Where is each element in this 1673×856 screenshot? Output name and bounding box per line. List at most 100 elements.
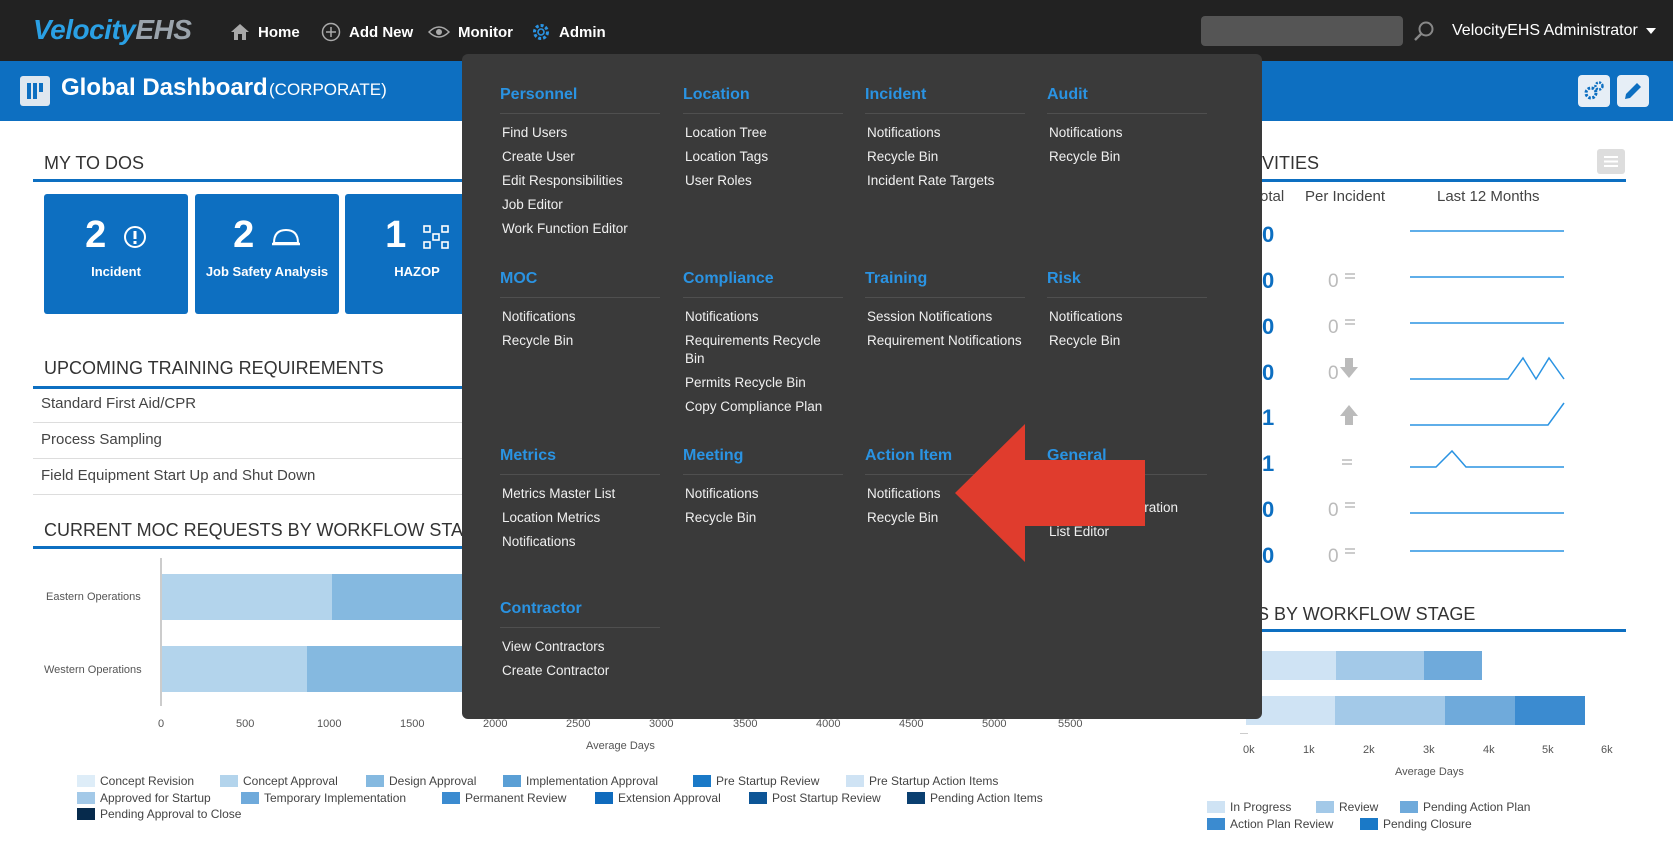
legend-swatch: [1207, 801, 1225, 813]
search-icon[interactable]: [1412, 20, 1436, 44]
moc-legend-item[interactable]: Permanent Review: [442, 791, 566, 805]
menu-item-risk-recycle-bin[interactable]: Recycle Bin: [1047, 332, 1207, 350]
menu-item-find-users[interactable]: Find Users: [500, 124, 660, 142]
todo-tile-incident[interactable]: 2 Incident: [44, 194, 188, 314]
incident-legend-item[interactable]: Review: [1316, 800, 1378, 814]
menu-item-metrics-master-list[interactable]: Metrics Master List: [500, 485, 660, 503]
menu-item-location-metrics[interactable]: Location Metrics: [500, 509, 660, 527]
moc-legend-item[interactable]: Pre Startup Action Items: [846, 774, 998, 788]
menu-item-location-tree[interactable]: Location Tree: [683, 124, 843, 142]
menu-icon[interactable]: [1597, 149, 1625, 174]
incident-legend-item[interactable]: Action Plan Review: [1207, 817, 1333, 831]
legend-swatch: [595, 792, 613, 804]
menu-heading[interactable]: Meeting: [683, 447, 843, 475]
menu-item-compliance-notifications[interactable]: Notifications: [683, 308, 843, 326]
moc-legend-item[interactable]: Approved for Startup: [77, 791, 211, 805]
search-input[interactable]: [1201, 16, 1403, 46]
moc-bar-segment[interactable]: [307, 646, 464, 692]
menu-item-location-tags[interactable]: Location Tags: [683, 148, 843, 166]
menu-heading[interactable]: Location: [683, 86, 843, 114]
menu-item-job-editor[interactable]: Job Editor: [500, 196, 660, 214]
incident-bar-segment[interactable]: [1336, 651, 1424, 680]
moc-legend-item[interactable]: Concept Approval: [220, 774, 338, 788]
menu-heading[interactable]: Compliance: [683, 270, 843, 298]
activity-total[interactable]: 0: [1262, 268, 1274, 294]
nav-monitor[interactable]: Monitor: [428, 18, 513, 46]
incident-bar-segment[interactable]: [1445, 696, 1515, 725]
activity-total[interactable]: 0: [1262, 314, 1274, 340]
incident-legend-item[interactable]: Pending Action Plan: [1400, 800, 1530, 814]
activity-total[interactable]: 1: [1262, 451, 1274, 477]
moc-legend-item[interactable]: Post Startup Review: [749, 791, 881, 805]
menu-item-permits-recycle-bin[interactable]: Permits Recycle Bin: [683, 374, 843, 392]
user-menu[interactable]: VelocityEHS Administrator: [1452, 22, 1656, 40]
activity-total[interactable]: 0: [1262, 543, 1274, 569]
menu-heading[interactable]: Metrics: [500, 447, 660, 475]
velocityehs-logo[interactable]: VelocityEHS: [33, 14, 192, 46]
activity-total[interactable]: 0: [1262, 222, 1274, 248]
moc-legend-item[interactable]: Concept Revision: [77, 774, 194, 788]
menu-heading[interactable]: Audit: [1047, 86, 1207, 114]
menu-group-moc: MOC Notifications Recycle Bin: [500, 270, 660, 356]
menu-item-audit-notifications[interactable]: Notifications: [1047, 124, 1207, 142]
incident-legend-item[interactable]: In Progress: [1207, 800, 1291, 814]
legend-swatch: [1360, 818, 1378, 830]
moc-bar-segment[interactable]: [162, 646, 307, 692]
menu-item-requirement-notifications[interactable]: Requirement Notifications: [865, 332, 1025, 350]
menu-item-work-function-editor[interactable]: Work Function Editor: [500, 220, 660, 238]
menu-item-requirements-recycle-bin[interactable]: Requirements Recycle Bin: [683, 332, 843, 368]
moc-legend-item[interactable]: Extension Approval: [595, 791, 721, 805]
training-row[interactable]: Standard First Aid/CPR: [33, 387, 463, 423]
legend-swatch: [77, 775, 95, 787]
moc-legend-item[interactable]: Pending Approval to Close: [77, 807, 241, 821]
moc-bar-segment[interactable]: [162, 574, 332, 620]
gears-icon: [1584, 81, 1604, 100]
activity-total[interactable]: 1: [1262, 405, 1274, 431]
moc-legend-item[interactable]: Design Approval: [366, 774, 476, 788]
menu-item-audit-recycle-bin[interactable]: Recycle Bin: [1047, 148, 1207, 166]
moc-bar-segment[interactable]: [332, 574, 464, 620]
menu-item-user-roles[interactable]: User Roles: [683, 172, 843, 190]
menu-item-meeting-recycle-bin[interactable]: Recycle Bin: [683, 509, 843, 527]
menu-item-edit-responsibilities[interactable]: Edit Responsibilities: [500, 172, 660, 190]
nav-home[interactable]: Home: [230, 18, 300, 46]
menu-item-session-notifications[interactable]: Session Notifications: [865, 308, 1025, 326]
settings-button[interactable]: [1578, 75, 1610, 107]
nav-add-new[interactable]: Add New: [321, 18, 413, 46]
moc-legend-item[interactable]: Temporary Implementation: [241, 791, 406, 805]
training-row[interactable]: Process Sampling: [33, 423, 463, 459]
legend-swatch: [1316, 801, 1334, 813]
menu-heading[interactable]: Training: [865, 270, 1025, 298]
menu-item-risk-notifications[interactable]: Notifications: [1047, 308, 1207, 326]
menu-item-create-contractor[interactable]: Create Contractor: [500, 662, 660, 680]
activity-total[interactable]: 0: [1262, 497, 1274, 523]
menu-heading[interactable]: Contractor: [500, 600, 660, 628]
nav-admin[interactable]: Admin: [531, 18, 606, 46]
menu-heading[interactable]: MOC: [500, 270, 660, 298]
todo-tile-jsa[interactable]: 2 Job Safety Analysis: [195, 194, 339, 314]
menu-item-moc-recycle-bin[interactable]: Recycle Bin: [500, 332, 660, 350]
menu-item-incident-rate-targets[interactable]: Incident Rate Targets: [865, 172, 1025, 190]
menu-heading[interactable]: Incident: [865, 86, 1025, 114]
menu-heading[interactable]: Risk: [1047, 270, 1207, 298]
moc-legend-item[interactable]: Implementation Approval: [503, 774, 658, 788]
training-row[interactable]: Field Equipment Start Up and Shut Down: [33, 459, 463, 495]
menu-item-copy-compliance-plan[interactable]: Copy Compliance Plan: [683, 398, 843, 416]
incident-bar-segment[interactable]: [1335, 696, 1445, 725]
menu-item-incident-notifications[interactable]: Notifications: [865, 124, 1025, 142]
menu-item-create-user[interactable]: Create User: [500, 148, 660, 166]
incident-legend-item[interactable]: Pending Closure: [1360, 817, 1472, 831]
menu-item-moc-notifications[interactable]: Notifications: [500, 308, 660, 326]
menu-item-metrics-notifications[interactable]: Notifications: [500, 533, 660, 551]
edit-button[interactable]: [1617, 75, 1649, 107]
menu-heading[interactable]: Personnel: [500, 86, 660, 114]
menu-item-view-contractors[interactable]: View Contractors: [500, 638, 660, 656]
moc-legend-item[interactable]: Pending Action Items: [907, 791, 1043, 805]
nav-add-new-label: Add New: [349, 23, 414, 41]
incident-bar-segment[interactable]: [1515, 696, 1585, 725]
menu-item-incident-recycle-bin[interactable]: Recycle Bin: [865, 148, 1025, 166]
moc-legend-item[interactable]: Pre Startup Review: [693, 774, 819, 788]
incident-bar-segment[interactable]: [1424, 651, 1482, 680]
activity-total[interactable]: 0: [1262, 360, 1274, 386]
menu-item-meeting-notifications[interactable]: Notifications: [683, 485, 843, 503]
